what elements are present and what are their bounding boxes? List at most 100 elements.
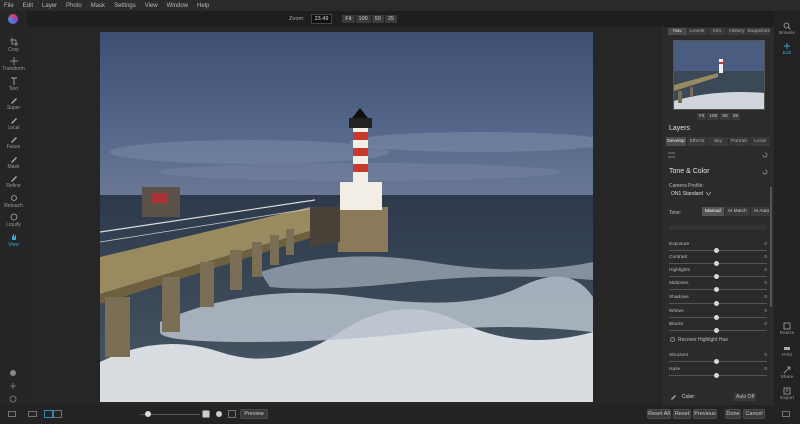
tone-ai-auto-button[interactable]: AI Auto xyxy=(750,207,773,216)
reset-button[interactable]: Reset xyxy=(673,409,691,419)
mask-icon xyxy=(10,157,17,163)
panel-toggle-icon[interactable] xyxy=(8,411,16,417)
module-edit[interactable]: Edit xyxy=(774,42,800,56)
nav-fit-button[interactable]: Fit xyxy=(697,113,707,120)
preview-button[interactable]: Preview xyxy=(240,409,268,419)
hand-icon xyxy=(11,234,16,240)
recover-highlight-checkbox[interactable] xyxy=(670,337,675,342)
module-share[interactable]: Share xyxy=(774,366,800,380)
zoom-100-button[interactable]: 100 xyxy=(355,15,371,23)
tone-ai-match-button[interactable]: AI Match xyxy=(724,207,750,216)
menu-settings[interactable]: Settings xyxy=(114,3,136,9)
nav-50-button[interactable]: 50 xyxy=(720,113,730,120)
nav-100-button[interactable]: 100 xyxy=(707,113,720,120)
text-icon xyxy=(10,77,17,85)
retouch-icon xyxy=(10,195,17,201)
tune-icon[interactable] xyxy=(9,382,17,390)
cancel-button[interactable]: Cancel xyxy=(743,409,765,419)
tool-refine[interactable]: Refine xyxy=(0,174,27,189)
help-icon[interactable] xyxy=(9,395,17,403)
tool-local[interactable]: Local xyxy=(0,116,27,131)
eyedropper-icon[interactable] xyxy=(670,393,677,400)
panel-scrollbar[interactable] xyxy=(770,187,772,307)
tab-local[interactable]: Local xyxy=(750,137,770,146)
menu-file[interactable]: File xyxy=(4,3,14,9)
layers-title: Layers xyxy=(669,125,691,132)
menu-bar: File Edit Layer Photo Mask Settings View… xyxy=(0,0,800,11)
adjust-icon[interactable] xyxy=(668,152,675,158)
contrast-slider[interactable]: Contrast 0 xyxy=(669,255,767,266)
done-button[interactable]: Done xyxy=(725,409,741,419)
shadows-slider[interactable]: Shadows 0 xyxy=(669,295,767,306)
resize-icon xyxy=(783,322,791,330)
tab-info[interactable]: Info xyxy=(707,28,727,35)
mask-view-icon[interactable] xyxy=(228,410,236,418)
tab-effects[interactable]: Effects xyxy=(687,137,707,146)
tool-retouch[interactable]: Retouch xyxy=(0,194,27,209)
haze-slider[interactable]: Haze 0 xyxy=(669,367,767,378)
tab-sky[interactable]: Sky xyxy=(708,137,728,146)
tool-text[interactable]: Text xyxy=(0,77,27,92)
menu-edit[interactable]: Edit xyxy=(23,3,33,9)
tool-mask[interactable]: Mask xyxy=(0,155,27,170)
blacks-slider[interactable]: Blacks 0 xyxy=(669,322,767,333)
menu-mask[interactable]: Mask xyxy=(91,3,105,9)
menu-window[interactable]: Window xyxy=(167,3,188,9)
module-resize[interactable]: Resize xyxy=(774,322,800,336)
whites-slider[interactable]: Whites 0 xyxy=(669,309,767,320)
menu-layer[interactable]: Layer xyxy=(42,3,57,9)
tool-transform[interactable]: Transform xyxy=(0,57,27,72)
exposure-slider[interactable]: Exposure 0 xyxy=(669,242,767,253)
auto-off-button[interactable]: Auto Off xyxy=(734,393,757,401)
reset-all-button[interactable]: Reset All xyxy=(647,409,671,419)
right-panel-toggle-icon[interactable] xyxy=(782,411,790,417)
structure-slider[interactable]: Structure 0 xyxy=(669,353,767,364)
image-icon[interactable] xyxy=(202,410,210,418)
reset-icon[interactable] xyxy=(762,152,769,158)
photo-image xyxy=(100,32,593,402)
zoom-fit-button[interactable]: Fit xyxy=(342,15,355,23)
brush-icon xyxy=(10,98,17,104)
module-browse[interactable]: Browse xyxy=(774,22,800,36)
menu-view[interactable]: View xyxy=(145,3,158,9)
tool-crop[interactable]: Crop xyxy=(0,38,27,53)
tone-amount-track[interactable] xyxy=(669,225,767,230)
navigator-thumbnail[interactable] xyxy=(673,40,765,110)
tab-nav[interactable]: Nav xyxy=(668,28,687,35)
nav-25-button[interactable]: 25 xyxy=(730,113,741,120)
previous-button[interactable]: Previous xyxy=(693,409,717,419)
zoom-value-field[interactable]: 23.49 xyxy=(310,14,333,24)
section-reset-icon[interactable] xyxy=(762,169,769,175)
module-print[interactable]: Print xyxy=(774,344,800,358)
camera-profile-label: Camera Profile: xyxy=(669,183,704,189)
tab-portrait[interactable]: Portrait xyxy=(729,137,749,146)
bottom-bar: Preview Reset All Reset Previous Done Ca… xyxy=(0,405,800,424)
zoom-25-button[interactable]: 25 xyxy=(384,15,397,23)
tool-bar: Crop Transform Text Super Local Faces Ma… xyxy=(0,11,27,413)
tool-liquify[interactable]: Liquify xyxy=(0,213,27,228)
tab-levels[interactable]: Levels xyxy=(687,28,707,35)
color-label: Color: xyxy=(682,394,696,400)
tool-view[interactable]: View xyxy=(0,233,27,248)
tool-faces[interactable]: Faces xyxy=(0,135,27,150)
eye-icon[interactable] xyxy=(215,410,223,418)
zoom-50-button[interactable]: 50 xyxy=(371,15,384,23)
menu-photo[interactable]: Photo xyxy=(66,3,82,9)
tab-develop[interactable]: Develop xyxy=(666,137,686,146)
module-export[interactable]: Export xyxy=(774,387,800,401)
camera-profile-select[interactable]: ON1 Standard xyxy=(671,191,703,197)
menu-help[interactable]: Help xyxy=(197,3,209,9)
tone-manual-button[interactable]: Manual xyxy=(702,207,724,216)
tool-super[interactable]: Super xyxy=(0,96,27,111)
photo-canvas[interactable] xyxy=(100,32,593,402)
tab-history[interactable]: History xyxy=(727,28,747,35)
app-logo-icon xyxy=(8,14,18,24)
navigator-thumbnail-image xyxy=(674,41,764,109)
tab-snapshots[interactable]: Snapshots xyxy=(747,28,770,35)
zoom-slider-knob[interactable] xyxy=(145,411,151,417)
compare-view-icon[interactable] xyxy=(44,410,62,418)
clone-icon[interactable] xyxy=(9,369,17,377)
midtones-slider[interactable]: Midtones 0 xyxy=(669,281,767,292)
filmstrip-icon[interactable] xyxy=(28,411,37,417)
highlights-slider[interactable]: Highlights 0 xyxy=(669,268,767,279)
